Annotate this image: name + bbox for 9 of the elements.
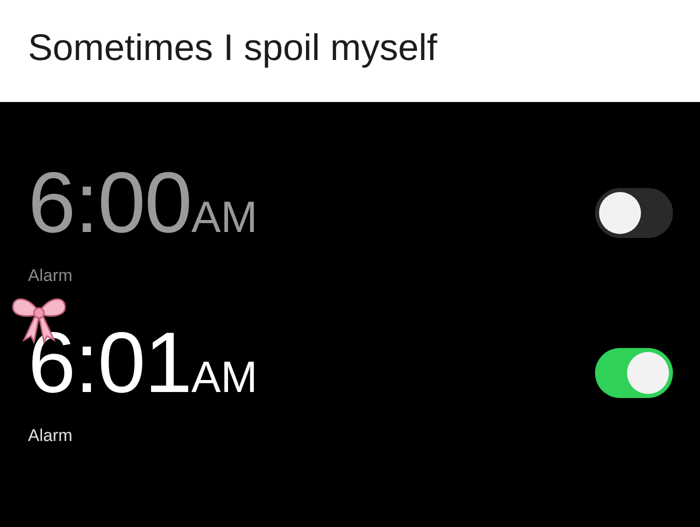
alarm-period: AM: [191, 192, 258, 244]
alarm-time: 6:01: [28, 320, 192, 406]
alarm-time: 6:00: [28, 160, 192, 246]
alarm-period: AM: [191, 352, 258, 404]
alarm-label: Alarm: [28, 425, 74, 447]
alarm-toggle[interactable]: [595, 348, 673, 398]
alarm-label: Alarm: [28, 265, 74, 287]
caption: Sometimes I spoil myself: [28, 28, 438, 69]
alarm-toggle[interactable]: [595, 188, 673, 238]
